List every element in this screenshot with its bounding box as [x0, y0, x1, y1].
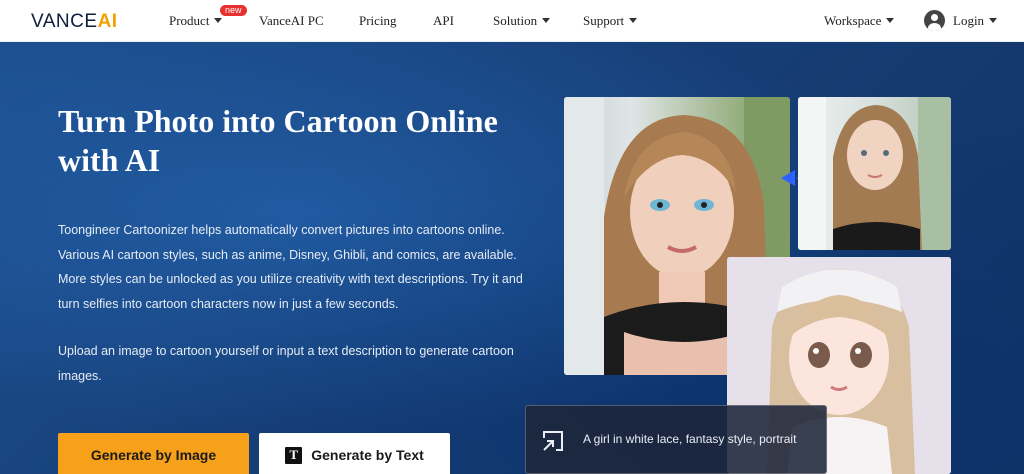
- hero-description-secondary: Upload an image to cartoon yourself or i…: [58, 344, 514, 383]
- chevron-down-icon: [989, 18, 998, 23]
- hero-title: Turn Photo into Cartoon Online with AI: [58, 103, 498, 178]
- prompt-text: A girl in white lace, fantasy style, por…: [583, 432, 797, 446]
- chevron-down-icon: [542, 18, 551, 23]
- text-prompt-card: A girl in white lace, fantasy style, por…: [525, 405, 827, 474]
- text-t-icon: T: [285, 446, 303, 464]
- chevron-down-icon: [214, 18, 223, 23]
- nav-workspace[interactable]: Workspace: [824, 13, 895, 29]
- nav-pricing[interactable]: Pricing: [359, 13, 397, 29]
- nav-solution[interactable]: Solution: [493, 13, 551, 29]
- chevron-down-icon: [886, 18, 895, 23]
- user-avatar-icon[interactable]: [924, 10, 945, 31]
- nav-api[interactable]: API: [433, 13, 454, 29]
- top-navbar: VANCEAI Product new VanceAI PC Pricing A…: [0, 0, 1024, 42]
- expand-arrow-icon: [543, 431, 563, 451]
- new-badge: new: [220, 5, 247, 16]
- nav-support[interactable]: Support: [583, 13, 638, 29]
- hero-section: Turn Photo into Cartoon Online with AI T…: [0, 42, 1024, 474]
- generate-by-image-button[interactable]: Generate by Image: [58, 433, 249, 474]
- nav-product[interactable]: Product: [169, 13, 223, 29]
- nav-login[interactable]: Login: [953, 13, 998, 29]
- generate-by-text-button[interactable]: T Generate by Text: [259, 433, 450, 474]
- nav-vanceai-pc[interactable]: VanceAI PC: [259, 13, 324, 29]
- vanceai-logo[interactable]: VANCEAI: [31, 11, 118, 33]
- chevron-down-icon: [629, 18, 638, 23]
- hero-description: Toongineer Cartoonizer helps automatical…: [58, 223, 523, 311]
- original-photo-small: [798, 97, 951, 250]
